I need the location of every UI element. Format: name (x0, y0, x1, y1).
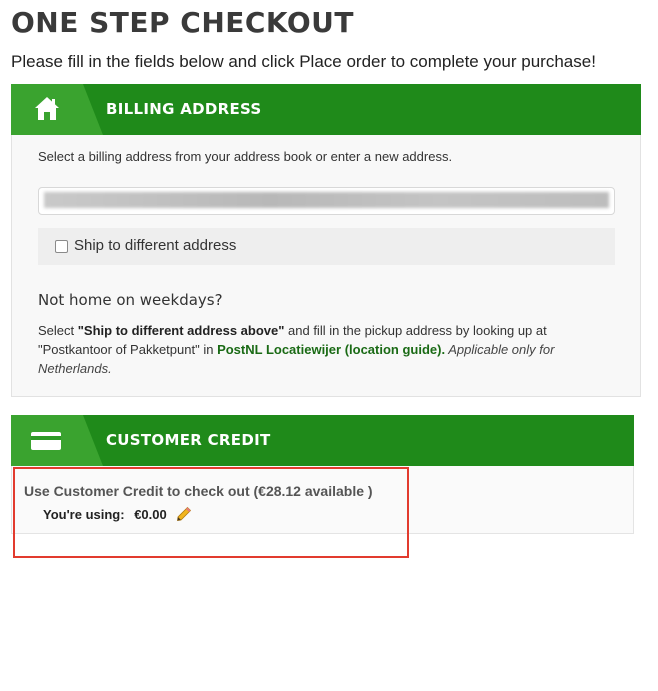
ship-different-checkbox[interactable] (55, 240, 68, 253)
home-icon (34, 96, 60, 126)
redacted-address-value (44, 192, 609, 208)
billing-address-title: BILLING ADDRESS (106, 100, 262, 118)
postnl-location-guide-link[interactable]: PostNL Locatiewijer (location guide). (217, 342, 445, 357)
address-book-select[interactable] (38, 187, 615, 215)
billing-intro-text: Select a billing address from your addre… (38, 149, 453, 164)
page-title: ONE STEP CHECKOUT (11, 6, 355, 39)
billing-address-header: BILLING ADDRESS (11, 84, 641, 135)
highlight-annotation-box (13, 467, 409, 558)
pickup-bold: "Ship to different address above" (77, 323, 285, 338)
pickup-instructions: Select "Ship to different address above"… (38, 321, 578, 378)
credit-card-icon (31, 432, 61, 455)
billing-address-panel: Select a billing address from your addre… (11, 135, 641, 397)
ship-different-label[interactable]: Ship to different address (74, 237, 236, 254)
pickup-prefix: Select (38, 323, 78, 338)
customer-credit-title: CUSTOMER CREDIT (106, 431, 271, 449)
customer-credit-header: CUSTOMER CREDIT (11, 415, 634, 466)
not-home-heading: Not home on weekdays? (38, 291, 223, 309)
page-subtitle: Please fill in the fields below and clic… (11, 52, 596, 71)
ship-different-row[interactable]: Ship to different address (38, 228, 615, 265)
